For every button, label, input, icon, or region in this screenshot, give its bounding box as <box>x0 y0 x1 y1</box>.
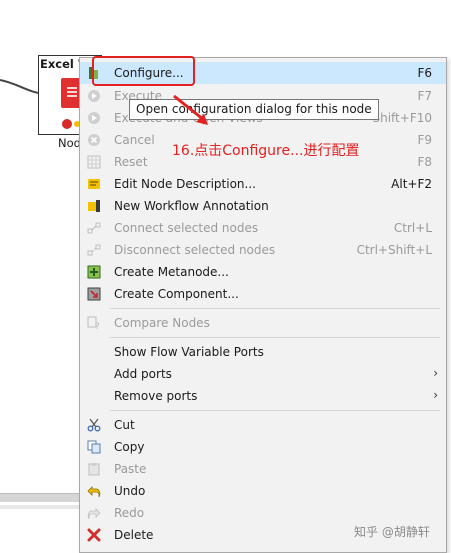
menu-item-copy[interactable]: Copy <box>80 436 446 458</box>
menu-item-label: Paste <box>114 462 147 476</box>
context-menu: Configure... F6 Execute F7 Execute and O… <box>79 57 447 553</box>
execute-icon <box>87 89 101 103</box>
svg-text:?: ? <box>95 322 100 330</box>
menu-item-label: Show Flow Variable Ports <box>114 345 264 359</box>
menu-item-add-ports[interactable]: Add ports › <box>80 363 446 385</box>
scrollbar-track <box>0 505 80 509</box>
submenu-arrow-icon: › <box>433 388 438 402</box>
menu-separator <box>110 337 440 338</box>
menu-item-undo[interactable]: Undo <box>80 480 446 502</box>
menu-item-shortcut: F7 <box>417 89 432 103</box>
menu-item-shortcut: Ctrl+L <box>393 221 432 235</box>
menu-item-create-component[interactable]: Create Component... <box>80 283 446 305</box>
menu-separator <box>110 410 440 411</box>
menu-item-cut[interactable]: Cut <box>80 414 446 436</box>
menu-item-label: Add ports <box>114 367 172 381</box>
red-arrow-icon <box>173 94 208 125</box>
cancel-icon <box>87 133 101 147</box>
reset-icon <box>87 155 101 169</box>
menu-item-label: Cut <box>114 418 135 432</box>
menu-item-new-workflow-annotation[interactable]: New Workflow Annotation <box>80 195 446 217</box>
paste-icon <box>87 462 101 476</box>
menu-item-show-flow-variable-ports[interactable]: Show Flow Variable Ports <box>80 341 446 363</box>
menu-item-label: Cancel <box>114 133 155 147</box>
menu-item-redo[interactable]: Redo <box>80 502 446 524</box>
menu-item-paste[interactable]: Paste <box>80 458 446 480</box>
menu-item-remove-ports[interactable]: Remove ports › <box>80 385 446 407</box>
edit-description-icon <box>87 177 101 191</box>
menu-item-label: Redo <box>114 506 145 520</box>
copy-icon <box>87 440 101 454</box>
menu-item-shortcut: F6 <box>417 66 432 80</box>
menu-item-label: Undo <box>114 484 146 498</box>
menu-item-shortcut: F9 <box>417 133 432 147</box>
watermark: 知乎 @胡静轩 <box>354 525 430 539</box>
metanode-icon <box>87 265 101 279</box>
configure-tooltip: Open configuration dialog for this node <box>129 99 379 120</box>
menu-item-label: Reset <box>114 155 148 169</box>
node-label: Nod <box>58 136 81 150</box>
highlight-box <box>92 56 195 86</box>
menu-item-create-metanode[interactable]: Create Metanode... <box>80 261 446 283</box>
submenu-arrow-icon: › <box>433 366 438 380</box>
execute-open-views-icon <box>87 111 101 125</box>
menu-item-shortcut: Shift+F10 <box>372 111 432 125</box>
menu-item-label: Create Metanode... <box>114 265 229 279</box>
menu-item-connect-selected-nodes[interactable]: Connect selected nodes Ctrl+L <box>80 217 446 239</box>
connect-icon <box>87 221 101 235</box>
menu-item-shortcut: F8 <box>417 155 432 169</box>
instruction-annotation: 16.点击Configure...进行配置 <box>172 143 360 159</box>
menu-item-label: Disconnect selected nodes <box>114 243 276 257</box>
menu-separator <box>110 308 440 309</box>
menu-item-label: Compare Nodes <box>114 316 210 330</box>
undo-icon <box>87 484 101 498</box>
menu-item-label: Connect selected nodes <box>114 221 259 235</box>
delete-icon <box>87 528 101 542</box>
redo-icon <box>87 506 101 520</box>
component-icon <box>87 287 101 301</box>
menu-item-edit-node-description[interactable]: Edit Node Description... Alt+F2 <box>80 173 446 195</box>
menu-item-label: New Workflow Annotation <box>114 199 269 213</box>
scissors-icon <box>87 418 101 432</box>
menu-item-label: Edit Node Description... <box>114 177 256 191</box>
annotation-icon <box>87 199 101 213</box>
menu-item-shortcut: Ctrl+Shift+L <box>356 243 432 257</box>
disconnect-icon <box>87 243 101 257</box>
menu-item-label: Create Component... <box>114 287 239 301</box>
menu-item-disconnect-selected-nodes[interactable]: Disconnect selected nodes Ctrl+Shift+L <box>80 239 446 261</box>
compare-icon: ? <box>87 316 101 330</box>
menu-item-label: Remove ports <box>114 389 198 403</box>
menu-item-label: Copy <box>114 440 145 454</box>
node-title: Excel W <box>40 57 80 71</box>
menu-item-shortcut: Alt+F2 <box>391 177 432 191</box>
horizontal-scrollbar[interactable] <box>0 493 80 502</box>
menu-item-compare-nodes[interactable]: ? Compare Nodes <box>80 312 446 334</box>
node-status-icon <box>62 119 72 129</box>
menu-item-label: Delete <box>114 528 154 542</box>
